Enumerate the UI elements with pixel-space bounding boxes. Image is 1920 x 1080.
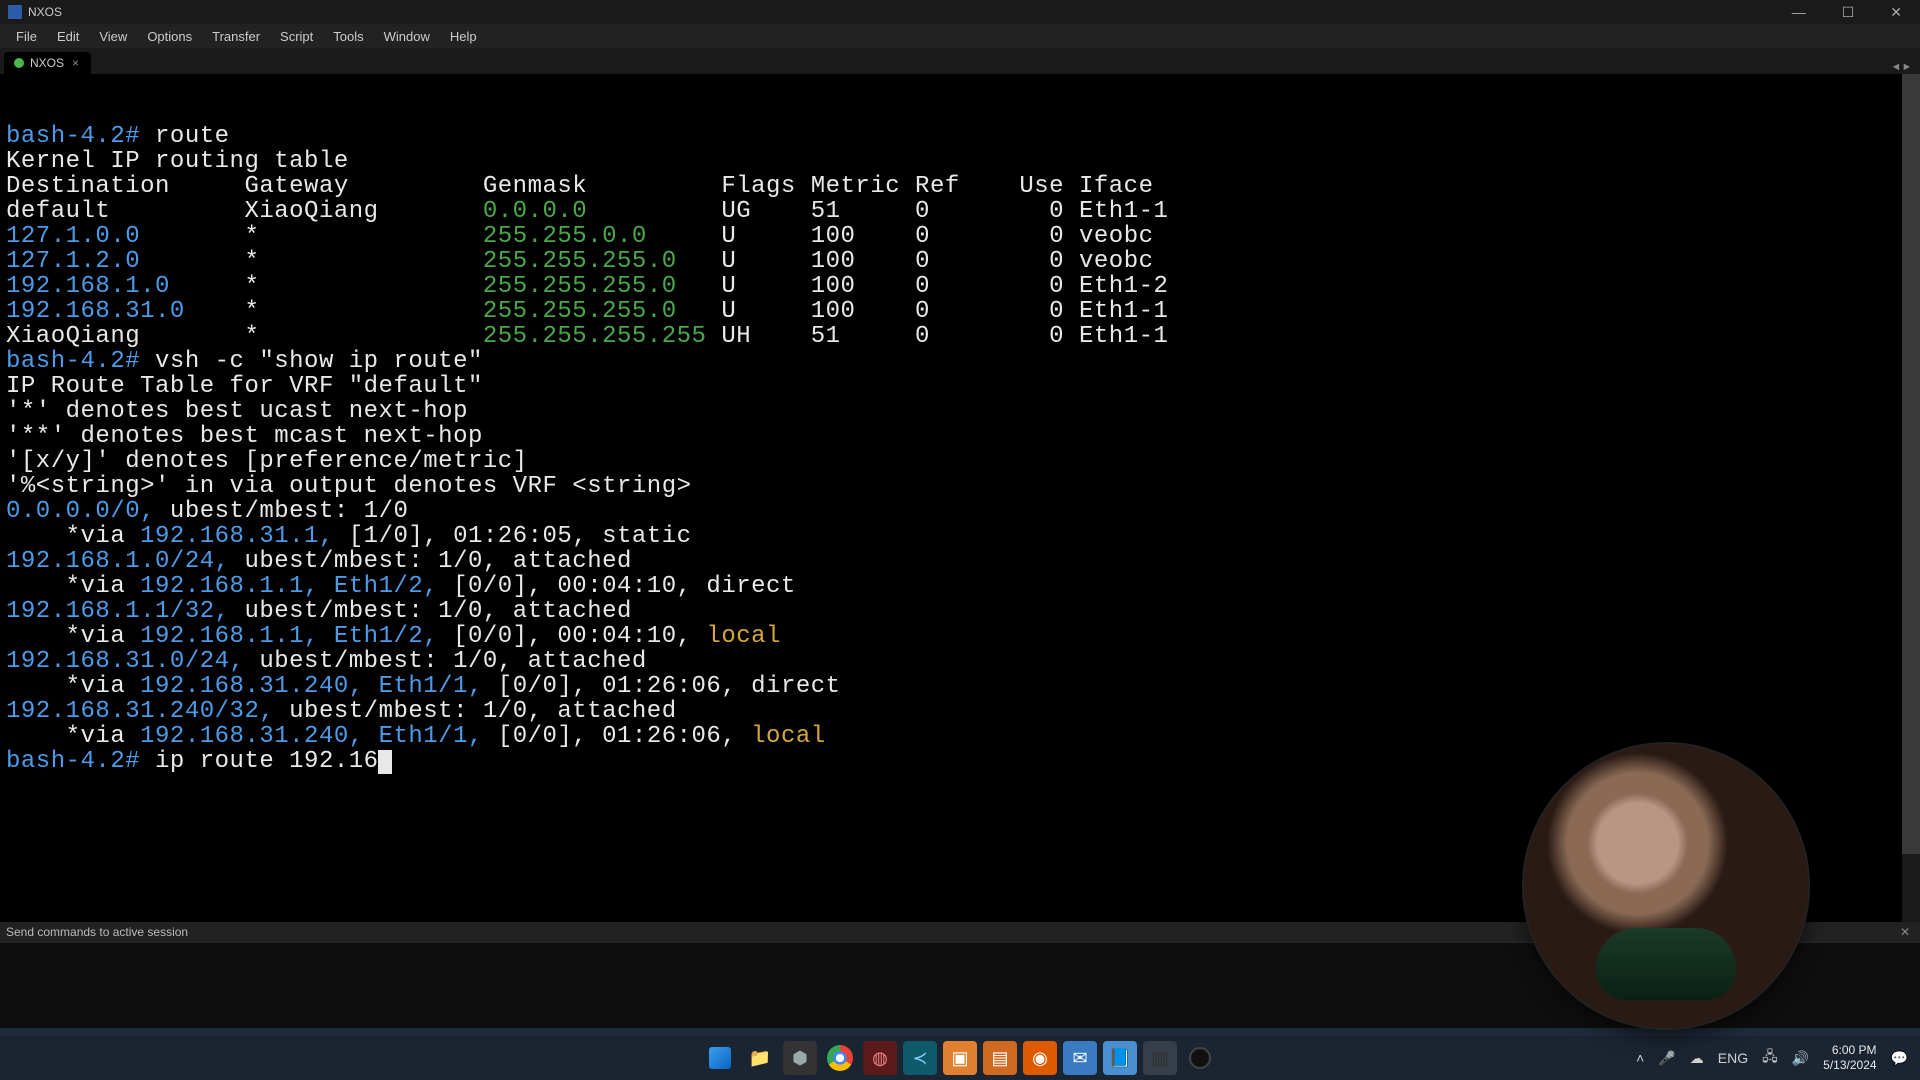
tab-next-icon[interactable]: ► xyxy=(1903,62,1910,74)
terminal-line: *via 192.168.1.1, Eth1/2, [0/0], 00:04:1… xyxy=(6,574,1920,599)
taskbar-center: 📁 ⬢ ◍ ≺ ▣ ▤ ◉ ✉ 📘 ▥ xyxy=(703,1041,1217,1075)
titlebar: NXOS — ☐ ✕ xyxy=(0,0,1920,24)
terminal-line: 192.168.31.240/32, ubest/mbest: 1/0, att… xyxy=(6,699,1920,724)
tray-notifications-icon[interactable]: 💬 xyxy=(1891,1050,1908,1067)
menubar: File Edit View Options Transfer Script T… xyxy=(0,24,1920,48)
minimize-button[interactable]: — xyxy=(1782,2,1816,23)
terminal-line: bash-4.2# route xyxy=(6,124,1920,149)
window-title: NXOS xyxy=(28,5,62,19)
session-tab[interactable]: NXOS × xyxy=(4,52,91,74)
terminal-line: Kernel IP routing table xyxy=(6,149,1920,174)
terminal-line: 127.1.2.0 * 255.255.255.0 U 100 0 0 veob… xyxy=(6,249,1920,274)
tab-status-icon xyxy=(14,58,24,68)
terminal-line: 192.168.31.0/24, ubest/mbest: 1/0, attac… xyxy=(6,649,1920,674)
terminal-line: 192.168.1.0/24, ubest/mbest: 1/0, attach… xyxy=(6,549,1920,574)
app-round-button[interactable]: ◍ xyxy=(863,1041,897,1075)
tray-lang[interactable]: ENG xyxy=(1718,1050,1748,1066)
file-explorer-button[interactable]: 📁 xyxy=(743,1041,777,1075)
terminal-line: 127.1.0.0 * 255.255.0.0 U 100 0 0 veobc xyxy=(6,224,1920,249)
menu-script[interactable]: Script xyxy=(270,26,323,47)
menu-help[interactable]: Help xyxy=(440,26,487,47)
vscode-button[interactable]: ≺ xyxy=(903,1041,937,1075)
terminal-line: '**' denotes best mcast next-hop xyxy=(6,424,1920,449)
app-orange2-button[interactable]: ▤ xyxy=(983,1041,1017,1075)
scrollbar-thumb[interactable] xyxy=(1902,74,1920,854)
ubuntu-button[interactable]: ◉ xyxy=(1023,1041,1057,1075)
tab-close-icon[interactable]: × xyxy=(70,56,81,70)
terminal-line: Destination Gateway Genmask Flags Metric… xyxy=(6,174,1920,199)
terminal-cursor xyxy=(378,750,392,774)
menu-view[interactable]: View xyxy=(89,26,137,47)
system-tray: ˄ 🎤 ☁ ENG 🖧 🔊 6:00 PM 5/13/2024 💬 xyxy=(1636,1043,1908,1073)
terminal-line: 192.168.1.0 * 255.255.255.0 U 100 0 0 Et… xyxy=(6,274,1920,299)
tab-nav-arrows: ◄ ► xyxy=(1893,62,1916,74)
maximize-button[interactable]: ☐ xyxy=(1832,2,1865,23)
tabbar: NXOS × ◄ ► xyxy=(0,48,1920,74)
tray-onedrive-icon[interactable]: ☁ xyxy=(1690,1050,1704,1067)
terminal-line: IP Route Table for VRF "default" xyxy=(6,374,1920,399)
terminal-line: XiaoQiang * 255.255.255.255 UH 51 0 0 Et… xyxy=(6,324,1920,349)
terminal-line: 0.0.0.0/0, ubest/mbest: 1/0 xyxy=(6,499,1920,524)
tray-network-icon[interactable]: 🖧 xyxy=(1762,1046,1778,1070)
menu-window[interactable]: Window xyxy=(374,26,440,47)
terminal-line: 192.168.31.0 * 255.255.255.0 U 100 0 0 E… xyxy=(6,299,1920,324)
tab-prev-icon[interactable]: ◄ xyxy=(1893,62,1900,74)
window-controls: — ☐ ✕ xyxy=(1782,2,1912,23)
terminal-line: '%<string>' in via output denotes VRF <s… xyxy=(6,474,1920,499)
obs-button[interactable] xyxy=(1183,1041,1217,1075)
menu-options[interactable]: Options xyxy=(137,26,202,47)
terminal-scrollbar[interactable] xyxy=(1902,74,1920,922)
command-bar-close-icon[interactable]: ✕ xyxy=(1896,925,1914,939)
mail-button[interactable]: ✉ xyxy=(1063,1041,1097,1075)
tray-time: 6:00 PM xyxy=(1823,1043,1876,1058)
webcam-overlay xyxy=(1522,742,1810,1030)
terminal-line: '*' denotes best ucast next-hop xyxy=(6,399,1920,424)
menu-tools[interactable]: Tools xyxy=(323,26,373,47)
windows-icon xyxy=(709,1047,731,1069)
terminal-line: *via 192.168.1.1, Eth1/2, [0/0], 00:04:1… xyxy=(6,624,1920,649)
app-icon xyxy=(8,5,22,19)
taskbar: 📁 ⬢ ◍ ≺ ▣ ▤ ◉ ✉ 📘 ▥ ˄ 🎤 ☁ ENG 🖧 🔊 6:00 P… xyxy=(0,1036,1920,1080)
terminal-line: '[x/y]' denotes [preference/metric] xyxy=(6,449,1920,474)
tray-date: 5/13/2024 xyxy=(1823,1058,1876,1073)
chrome-icon xyxy=(827,1045,853,1071)
sublime-button[interactable]: ▣ xyxy=(943,1041,977,1075)
tray-mic-icon[interactable]: 🎤 xyxy=(1658,1050,1675,1067)
terminal-line: bash-4.2# vsh -c "show ip route" xyxy=(6,349,1920,374)
terminal-line: default XiaoQiang 0.0.0.0 UG 51 0 0 Eth1… xyxy=(6,199,1920,224)
terminal-line: 192.168.1.1/32, ubest/mbest: 1/0, attach… xyxy=(6,599,1920,624)
tray-clock[interactable]: 6:00 PM 5/13/2024 xyxy=(1823,1043,1876,1073)
tray-chevron-icon[interactable]: ˄ xyxy=(1636,1050,1644,1066)
menu-file[interactable]: File xyxy=(6,26,47,47)
app-note-button[interactable]: 📘 xyxy=(1103,1041,1137,1075)
terminal-line: *via 192.168.31.1, [1/0], 01:26:05, stat… xyxy=(6,524,1920,549)
menu-edit[interactable]: Edit xyxy=(47,26,89,47)
close-button[interactable]: ✕ xyxy=(1880,2,1912,23)
chrome-button[interactable] xyxy=(823,1041,857,1075)
start-button[interactable] xyxy=(703,1041,737,1075)
command-bar-label: Send commands to active session xyxy=(6,925,188,939)
securecrt-button[interactable]: ▥ xyxy=(1143,1041,1177,1075)
terminal-line: *via 192.168.31.240, Eth1/1, [0/0], 01:2… xyxy=(6,674,1920,699)
desktop-background-strip xyxy=(0,1028,1920,1036)
tray-volume-icon[interactable]: 🔊 xyxy=(1792,1050,1809,1067)
menu-transfer[interactable]: Transfer xyxy=(202,26,270,47)
tab-label: NXOS xyxy=(30,56,64,70)
app-hex-button[interactable]: ⬢ xyxy=(783,1041,817,1075)
obs-icon xyxy=(1189,1047,1211,1069)
